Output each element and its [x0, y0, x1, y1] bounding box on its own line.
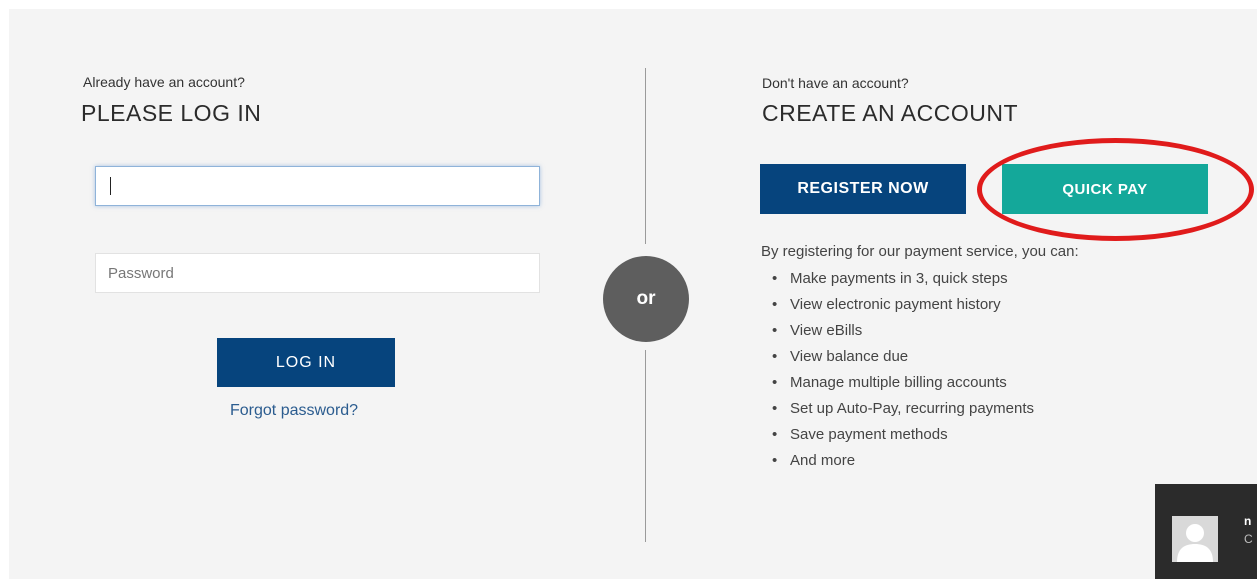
benefit-text: Make payments in 3, quick steps	[790, 270, 1008, 287]
benefit-text: And more	[790, 452, 856, 469]
create-title: CREATE AN ACCOUNT	[762, 100, 1018, 126]
login-subtitle: Already have an account?	[83, 74, 245, 90]
benefit-item: • Make payments in 3, quick steps	[762, 266, 1034, 292]
username-input[interactable]	[95, 166, 540, 206]
bullet-dot-icon: •	[772, 400, 778, 417]
benefit-text: Manage multiple billing accounts	[790, 374, 1007, 391]
bullet-dot-icon: •	[772, 296, 778, 313]
benefit-text: View electronic payment history	[790, 296, 1001, 313]
benefits-list: • Make payments in 3, quick steps • View e…	[762, 266, 1034, 474]
text-cursor	[110, 177, 111, 195]
or-separator: or	[603, 256, 689, 342]
divider-line-bottom	[645, 350, 646, 542]
benefit-text: View eBills	[790, 322, 863, 339]
chat-agent-subtitle: C	[1244, 532, 1253, 546]
password-input[interactable]	[95, 253, 540, 293]
bullet-dot-icon: •	[772, 322, 778, 339]
benefit-item: • Set up Auto-Pay, recurring payments	[762, 396, 1034, 422]
bullet-dot-icon: •	[772, 348, 778, 365]
chat-widget[interactable]: n C	[1155, 484, 1257, 579]
bullet-dot-icon: •	[772, 426, 778, 443]
benefit-item: • Manage multiple billing accounts	[762, 370, 1034, 396]
forgot-password-link[interactable]: Forgot password?	[230, 402, 358, 420]
benefits-intro: By registering for our payment service, …	[761, 243, 1079, 260]
chat-agent-name: n	[1244, 514, 1252, 528]
benefit-text: Save payment methods	[790, 426, 948, 443]
benefit-item: • And more	[762, 448, 1034, 474]
login-button[interactable]: LOG IN	[217, 338, 395, 387]
quick-pay-button[interactable]: QUICK PAY	[1002, 164, 1208, 214]
bullet-dot-icon: •	[772, 374, 778, 391]
benefit-item: • Save payment methods	[762, 422, 1034, 448]
benefit-text: Set up Auto-Pay, recurring payments	[790, 400, 1035, 417]
bullet-dot-icon: •	[772, 452, 778, 469]
or-label: or	[636, 288, 656, 309]
create-subtitle: Don't have an account?	[762, 75, 909, 91]
bullet-dot-icon: •	[772, 270, 778, 287]
benefit-item: • View balance due	[762, 344, 1034, 370]
benefit-text: View balance due	[790, 348, 909, 365]
divider-line-top	[645, 68, 646, 244]
benefit-item: • View eBills	[762, 318, 1034, 344]
benefit-item: • View electronic payment history	[762, 292, 1034, 318]
register-now-button[interactable]: REGISTER NOW	[760, 164, 966, 214]
login-title: PLEASE LOG IN	[81, 100, 262, 126]
user-silhouette-icon	[1172, 516, 1218, 562]
